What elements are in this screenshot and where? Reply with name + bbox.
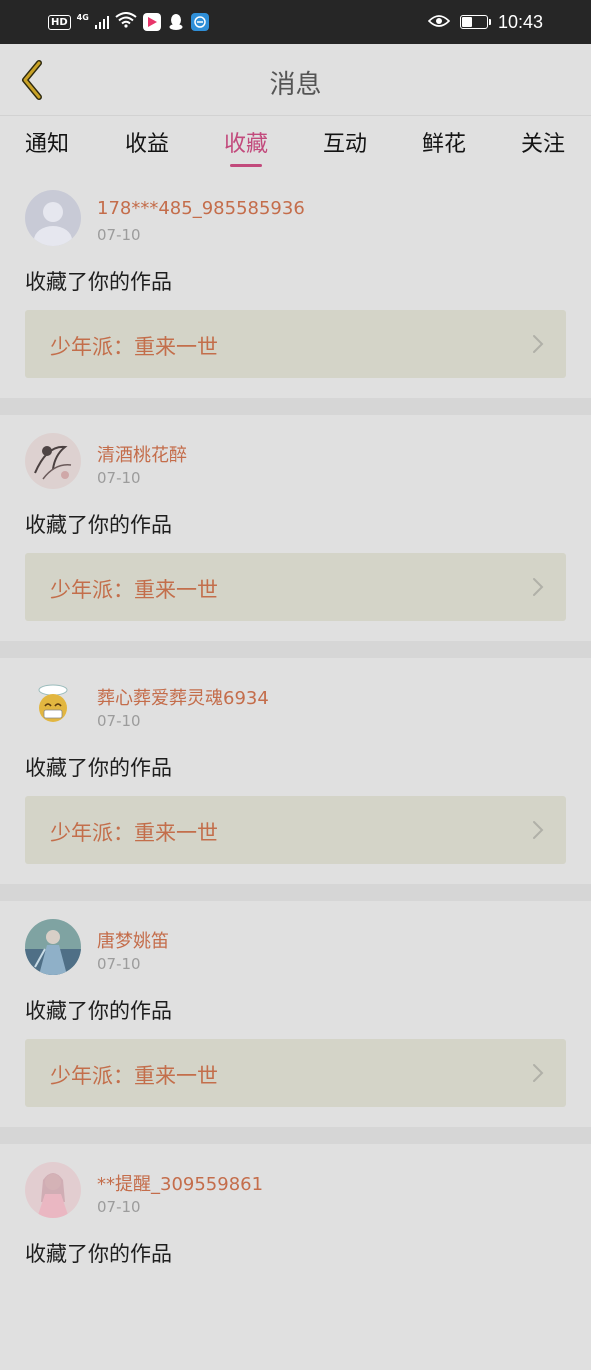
status-bar: HD 4G 10:43: [0, 0, 591, 44]
page-title: 消息: [269, 70, 322, 100]
hd-icon: HD: [48, 14, 71, 30]
work-link[interactable]: 少年派：重来一世: [25, 553, 566, 621]
list-item: 清酒桃花醉 07-10 收藏了你的作品 少年派：重来一世: [0, 415, 591, 641]
divider: [0, 884, 591, 901]
browser-icon: [191, 13, 210, 31]
divider: [0, 641, 591, 658]
tab-label: 鲜花: [421, 132, 466, 157]
tab-label: 收藏: [223, 132, 268, 157]
username[interactable]: 唐梦姚笛: [97, 927, 169, 953]
emoji-avatar[interactable]: [25, 676, 81, 732]
tab-label: 通知: [24, 132, 69, 157]
portrait-avatar[interactable]: [25, 919, 81, 975]
tab-bar: 通知 收益 收藏 互动 鲜花 关注: [0, 116, 591, 172]
action-text: 收藏了你的作品: [25, 1242, 172, 1266]
chevron-right-icon: [533, 821, 544, 839]
list-item: **提醒_309559861 07-10 收藏了你的作品: [0, 1144, 591, 1370]
work-link[interactable]: 少年派：重来一世: [25, 796, 566, 864]
play-store-icon: [143, 13, 162, 31]
wifi-icon: [115, 12, 137, 32]
work-title: 少年派：重来一世: [50, 1064, 218, 1088]
list-item: 葬心葬爱葬灵魂6934 07-10 收藏了你的作品 少年派：重来一世: [0, 658, 591, 884]
username[interactable]: 178***485_985585936: [97, 198, 305, 219]
tab-label: 互动: [322, 132, 367, 157]
action-text: 收藏了你的作品: [25, 756, 172, 780]
status-right: 10:43: [427, 11, 543, 33]
work-title: 少年派：重来一世: [50, 821, 218, 845]
action-text: 收藏了你的作品: [25, 513, 172, 537]
app-header: 消息: [0, 44, 591, 116]
divider: [0, 1127, 591, 1144]
chevron-right-icon: [533, 1064, 544, 1082]
action-text: 收藏了你的作品: [25, 270, 172, 294]
divider: [0, 398, 591, 415]
tab-label: 收益: [124, 132, 169, 157]
chevron-right-icon: [533, 335, 544, 353]
tab-following[interactable]: 关注: [498, 126, 588, 158]
tab-label: 关注: [520, 132, 565, 157]
tab-flowers[interactable]: 鲜花: [399, 126, 489, 158]
work-title: 少年派：重来一世: [50, 578, 218, 602]
tab-favorites[interactable]: 收藏: [201, 126, 291, 167]
message-date: 07-10: [97, 955, 141, 973]
message-list: 178***485_985585936 07-10 收藏了你的作品 少年派：重来…: [0, 172, 591, 1370]
status-left: HD 4G: [48, 11, 210, 33]
chevron-right-icon: [533, 578, 544, 596]
work-link[interactable]: 少年派：重来一世: [25, 310, 566, 378]
clock: 10:43: [497, 11, 543, 32]
qq-icon: [167, 13, 185, 31]
work-link[interactable]: 少年派：重来一世: [25, 1039, 566, 1107]
username[interactable]: **提醒_309559861: [97, 1170, 263, 1196]
list-item: 唐梦姚笛 07-10 收藏了你的作品 少年派：重来一世: [0, 901, 591, 1127]
ink-art-avatar[interactable]: [25, 433, 81, 489]
tab-earnings[interactable]: 收益: [102, 126, 192, 158]
tab-interactions[interactable]: 互动: [300, 126, 390, 158]
message-date: 07-10: [97, 226, 141, 244]
message-date: 07-10: [97, 1198, 141, 1216]
tab-notifications[interactable]: 通知: [2, 126, 92, 158]
username[interactable]: 葬心葬爱葬灵魂6934: [97, 684, 269, 710]
battery-icon: [459, 15, 491, 29]
eye-icon: [427, 13, 451, 32]
action-text: 收藏了你的作品: [25, 999, 172, 1023]
pink-portrait-avatar[interactable]: [25, 1162, 81, 1218]
message-date: 07-10: [97, 469, 141, 487]
work-title: 少年派：重来一世: [50, 335, 218, 359]
network-type: 4G: [76, 12, 89, 22]
tab-indicator: [230, 164, 262, 167]
username[interactable]: 清酒桃花醉: [97, 441, 187, 467]
default-avatar-icon[interactable]: [25, 190, 81, 246]
list-item: 178***485_985585936 07-10 收藏了你的作品 少年派：重来…: [0, 172, 591, 398]
signal-icon: [94, 15, 110, 29]
message-date: 07-10: [97, 712, 141, 730]
